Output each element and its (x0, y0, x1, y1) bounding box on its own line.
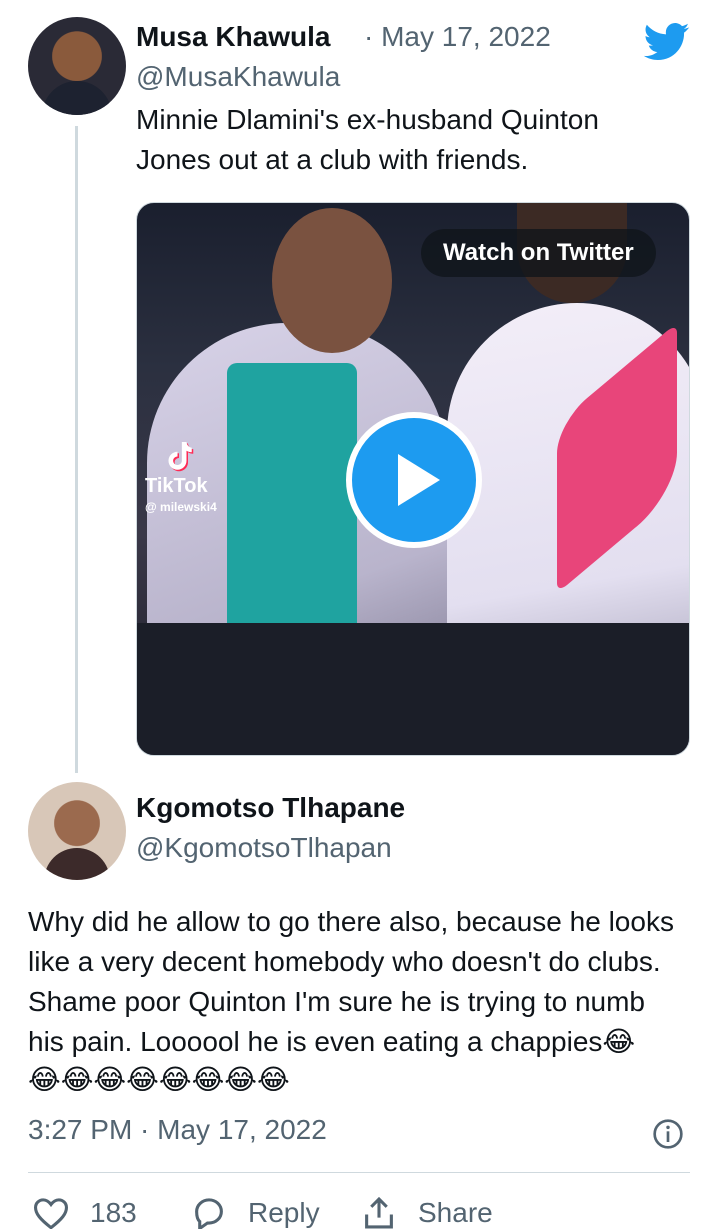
reply-label: Reply (248, 1197, 320, 1228)
tiktok-username: @ milewski4 (145, 500, 217, 514)
play-icon (398, 454, 440, 506)
reply-button[interactable]: Reply (190, 1196, 320, 1229)
tweet-text-line: Jones out at a club with friends. (136, 144, 529, 175)
reply-author-handle[interactable]: @KgomotsoTlhapan (136, 832, 392, 864)
reply-text-line: like a very decent homebody who doesn't … (28, 946, 661, 977)
video-frame-head-left (272, 208, 392, 353)
tweet-author-handle[interactable]: @MusaKhawula (136, 61, 340, 93)
like-count: 183 (90, 1197, 137, 1228)
twitter-bird-icon[interactable] (644, 22, 690, 62)
tiktok-watermark: TikTok @ milewski4 (145, 439, 217, 514)
tweet-text-line: Minnie Dlamini's ex-husband Quinton (136, 104, 599, 135)
info-icon[interactable] (652, 1118, 684, 1150)
reply-text-line: his pain. Loooool he is even eating a ch… (28, 1026, 636, 1057)
reply-text-line: Shame poor Quinton I'm sure he is trying… (28, 986, 645, 1017)
tiktok-icon (168, 442, 194, 472)
reply-timestamp[interactable]: 3:27 PM · May 17, 2022 (28, 1114, 327, 1146)
avatar-musa-khawula[interactable] (28, 17, 126, 115)
tweet-video-media[interactable]: TikTok @ milewski4 Watch on Twitter (136, 202, 690, 756)
reply-author-name[interactable]: Kgomotso Tlhapane (136, 792, 405, 824)
share-button[interactable]: Share (360, 1196, 493, 1229)
actions-divider (28, 1172, 690, 1173)
reply-text-line: Why did he allow to go there also, becau… (28, 906, 674, 937)
avatar-kgomotso-tlhapane[interactable] (28, 782, 126, 880)
share-icon (365, 1196, 393, 1229)
tiktok-brand: TikTok (145, 475, 208, 497)
heart-icon (33, 1198, 69, 1229)
reply-icon (195, 1198, 223, 1229)
play-button[interactable] (346, 412, 482, 548)
tweet-author-name[interactable]: Musa Khawula (136, 21, 330, 53)
video-frame-lower (137, 623, 689, 755)
watch-on-twitter-button[interactable]: Watch on Twitter (421, 229, 656, 277)
share-label: Share (418, 1197, 493, 1228)
tweet-date[interactable]: · May 17, 2022 (364, 21, 551, 53)
thread-connector-line (75, 126, 78, 773)
like-button[interactable]: 183 (32, 1196, 137, 1229)
reply-emoji-line: 😂😂😂😂😂😂😂😂 (28, 1064, 290, 1095)
video-frame-shirt (227, 363, 357, 643)
